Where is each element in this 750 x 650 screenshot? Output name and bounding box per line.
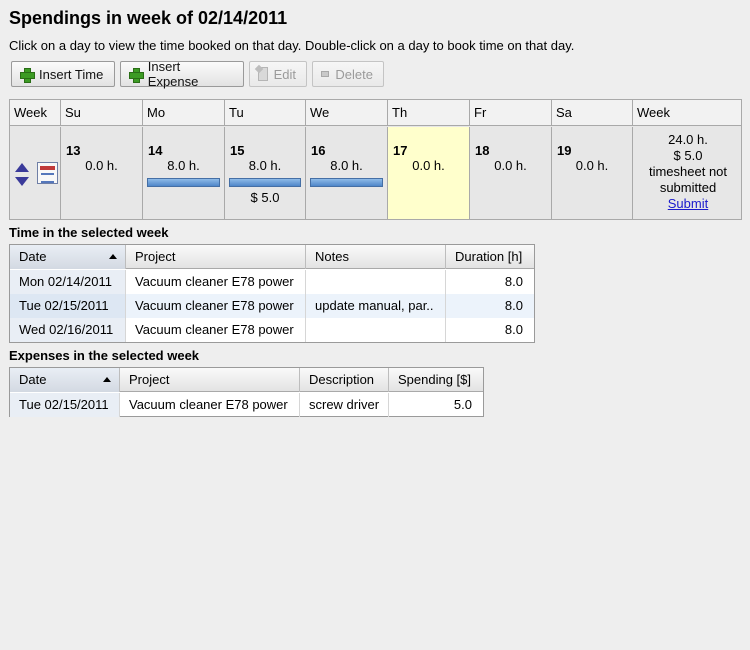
week-summary-cell: 24.0 h. $ 5.0 timesheet not submitted Su… (633, 127, 743, 219)
cell-date: Wed 02/16/2011 (10, 318, 126, 342)
cell-duration: 8.0 (504, 274, 523, 289)
table-row[interactable]: Tue 02/15/2011 Vacuum cleaner E78 power … (10, 393, 483, 417)
day-hours: 8.0 h. (248, 158, 282, 173)
table-row[interactable]: Tue 02/15/2011 Vacuum cleaner E78 power … (10, 294, 534, 318)
cell-date: Mon 02/14/2011 (10, 270, 126, 294)
column-notes[interactable]: Notes (306, 245, 446, 269)
header-sa: Sa (552, 100, 633, 126)
day-cell-mo[interactable]: 14 8.0 h. (143, 127, 225, 219)
day-hours: 8.0 h. (167, 158, 200, 173)
header-fr: Fr (470, 100, 552, 126)
expense-table: Date Project Description Spending [$] Tu… (9, 367, 484, 417)
previous-week-icon[interactable] (15, 163, 29, 172)
sort-ascending-icon (103, 377, 111, 382)
time-table: Date Project Notes Duration [h] Mon 02/1… (9, 244, 535, 343)
header-week-total: Week (637, 105, 670, 120)
column-date[interactable]: Date (10, 245, 126, 269)
page-title: Spendings in week of 02/14/2011 (9, 8, 288, 28)
expense-table-header: Date Project Description Spending [$] (10, 368, 483, 392)
header-th: Th (388, 100, 470, 126)
calendar-header: Week Su Mo Tu We Th Fr Sa Week (10, 100, 741, 126)
day-cell-fr[interactable]: 18 0.0 h. (470, 127, 552, 219)
day-hours: 0.0 h. (85, 158, 118, 173)
edit-label: Edit (273, 66, 296, 82)
cell-date: Tue 02/15/2011 (10, 294, 126, 318)
cell-project: Vacuum cleaner E78 power (120, 393, 300, 417)
column-project[interactable]: Project (126, 245, 306, 269)
time-table-header: Date Project Notes Duration [h] (10, 245, 534, 269)
day-number: 18 (475, 143, 490, 158)
cell-date: Tue 02/15/2011 (10, 393, 120, 417)
day-number: 13 (66, 143, 81, 158)
column-spending[interactable]: Spending [$] (389, 368, 483, 392)
column-date-label: Date (19, 372, 47, 387)
hours-bar (310, 178, 383, 187)
day-hours: 8.0 h. (330, 158, 363, 173)
header-we: We (306, 100, 388, 126)
day-number: 15 (230, 143, 245, 158)
header-tu: Tu (225, 100, 306, 126)
day-hours: 0.0 h. (494, 158, 527, 173)
day-cell-su[interactable]: 13 0.0 h. (61, 127, 143, 219)
week-total-hours: 24.0 h. (668, 132, 708, 147)
cell-notes (306, 270, 446, 294)
header-week: Week (10, 100, 61, 126)
table-row[interactable]: Mon 02/14/2011 Vacuum cleaner E78 power … (10, 270, 534, 294)
sort-ascending-icon (109, 254, 117, 259)
insert-expense-label: Insert Expense (147, 59, 199, 89)
day-hours: 0.0 h. (575, 158, 609, 173)
column-project[interactable]: Project (120, 368, 300, 392)
insert-expense-button[interactable]: Insert Expense (120, 59, 244, 89)
day-cell-sa[interactable]: 19 0.0 h. (552, 127, 633, 219)
column-date[interactable]: Date (10, 368, 120, 392)
cell-duration: 8.0 (504, 322, 523, 337)
plus-icon (129, 67, 144, 83)
delete-button[interactable]: Delete (312, 61, 384, 87)
day-number: 14 (148, 143, 163, 158)
day-cell-we[interactable]: 16 8.0 h. (306, 127, 388, 219)
plus-icon (20, 67, 35, 83)
cell-notes: update manual, par.. (306, 294, 446, 318)
day-spending: $ 5.0 (250, 190, 280, 205)
day-hours: 0.0 h. (412, 158, 445, 173)
week-calendar: Week Su Mo Tu We Th Fr Sa Week 13 0.0 h.… (9, 99, 742, 220)
timesheet-status: timesheet not (648, 164, 728, 179)
edit-button[interactable]: Edit (249, 61, 307, 87)
timesheet-status-cont: submitted (659, 180, 717, 195)
next-week-icon[interactable] (15, 177, 29, 186)
week-total-spending: $ 5.0 (673, 148, 703, 163)
day-number: 16 (311, 143, 326, 158)
day-cell-tu[interactable]: 15 8.0 h. $ 5.0 (225, 127, 306, 219)
column-description[interactable]: Description (300, 368, 389, 392)
cell-description: screw driver (300, 393, 389, 417)
column-date-label: Date (19, 249, 47, 264)
week-nav-cell (10, 127, 61, 219)
expense-section-label: Expenses in the selected week (9, 348, 200, 363)
toolbar: Insert Time Insert Expense Edit Delete (11, 59, 384, 89)
insert-time-button[interactable]: Insert Time (11, 61, 115, 87)
insert-time-label: Insert Time (39, 66, 104, 82)
cell-project: Vacuum cleaner E78 power (126, 270, 306, 294)
cell-project: Vacuum cleaner E78 power (126, 294, 306, 318)
day-cell-th-today[interactable]: 17 0.0 h. (388, 127, 470, 219)
hours-bar (147, 178, 220, 187)
page-instructions: Click on a day to view the time booked o… (9, 38, 575, 53)
delete-icon (321, 71, 330, 77)
submit-link[interactable]: Submit (668, 196, 708, 211)
table-row[interactable]: Wed 02/16/2011 Vacuum cleaner E78 power … (10, 318, 534, 342)
column-duration[interactable]: Duration [h] (446, 245, 534, 269)
calendar-picker-icon[interactable] (37, 162, 58, 184)
hours-bar (229, 178, 301, 187)
cell-project: Vacuum cleaner E78 power (126, 318, 306, 342)
cell-duration: 8.0 (504, 298, 523, 313)
delete-label: Delete (335, 66, 373, 82)
cell-spending: 5.0 (453, 397, 472, 412)
cell-notes (306, 318, 446, 342)
time-section-label: Time in the selected week (9, 225, 169, 240)
day-number: 17 (393, 143, 408, 158)
day-number: 19 (557, 143, 572, 158)
header-mo: Mo (143, 100, 225, 126)
edit-icon (258, 67, 268, 81)
header-su: Su (61, 100, 143, 126)
